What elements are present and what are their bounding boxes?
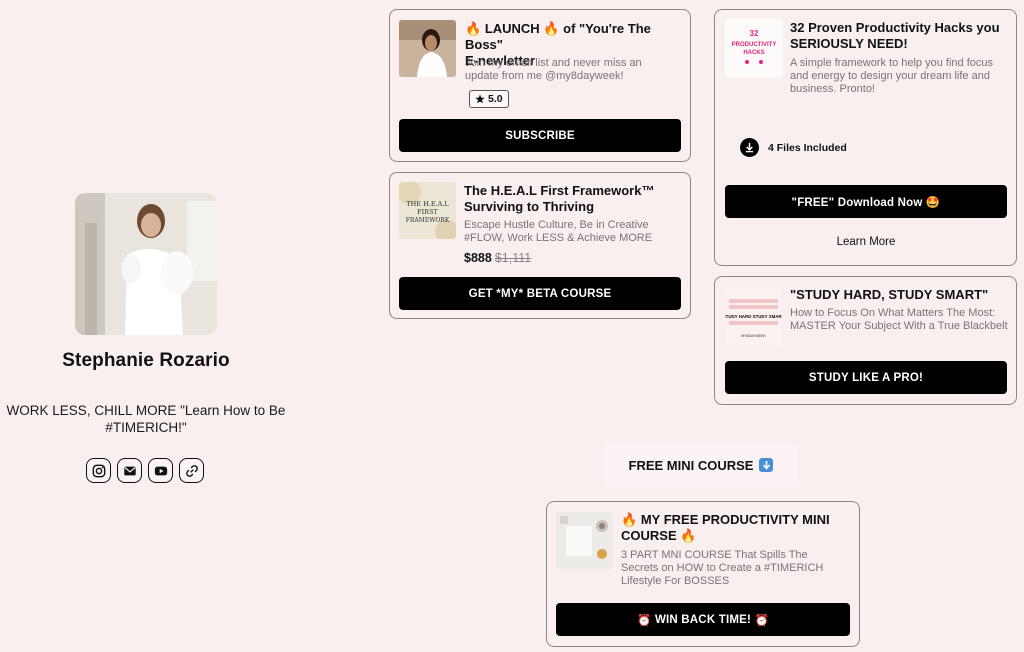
- down-arrow-icon: [759, 458, 774, 472]
- newsletter-thumbnail: [399, 20, 456, 77]
- learn-more-link[interactable]: Learn More: [725, 236, 1007, 248]
- hacks-description: A simple framework to help you find focu…: [790, 57, 993, 95]
- hacks-thumbnail: 32 PRODUCTIVITY HACKS: [725, 19, 783, 77]
- files-count: 4 Files Included: [768, 141, 847, 154]
- mini-course-title-text: MY FREE PRODUCTIVITY MINI COURSE: [621, 512, 830, 543]
- heal-price: $888 $1,111: [464, 251, 531, 265]
- profile-name: Stephanie Rozario: [62, 350, 230, 371]
- svg-text:THE H.E.A.L: THE H.E.A.L: [406, 200, 449, 208]
- subscribe-button[interactable]: SUBSCRIBE: [399, 119, 681, 152]
- productivity-hacks-card[interactable]: 32 PRODUCTIVITY HACKS 32 Proven Producti…: [714, 9, 1017, 266]
- svg-text:HACKS: HACKS: [743, 50, 764, 56]
- youtube-icon[interactable]: [148, 458, 173, 483]
- svg-text:MY8DAYWEEK: MY8DAYWEEK: [741, 334, 766, 338]
- download-icon: [740, 138, 759, 157]
- fire-emoji-icon: 🔥: [543, 21, 560, 36]
- svg-text:PRODUCTIVITY: PRODUCTIVITY: [732, 42, 777, 48]
- study-title: "STUDY HARD, STUDY SMART": [790, 287, 989, 302]
- newsletter-title-pre: LAUNCH: [484, 21, 540, 36]
- svg-text:FIRST: FIRST: [417, 208, 438, 216]
- profile-bio: WORK LESS, CHILL MORE "Learn How to Be #…: [0, 402, 292, 436]
- svg-text:FRAMEWORK: FRAMEWORK: [406, 217, 450, 224]
- study-like-a-pro-button[interactable]: STUDY LIKE A PRO!: [725, 361, 1007, 394]
- svg-text:STUDY HARD STUDY SMART: STUDY HARD STUDY SMART: [725, 314, 782, 319]
- win-back-time-label: WIN BACK TIME!: [654, 613, 752, 626]
- svg-text:32: 32: [750, 29, 759, 38]
- fire-emoji-icon: 🔥: [680, 528, 697, 543]
- fire-emoji-icon: 🔥: [621, 512, 638, 527]
- heal-title: The H.E.A.L First Framework™ Surviving t…: [464, 183, 655, 214]
- win-back-time-button[interactable]: ⏰ WIN BACK TIME! ⏰: [556, 603, 850, 636]
- newsletter-description: Join my email list and never miss an upd…: [465, 57, 642, 82]
- mini-course-description: 3 PART MNI COURSE That Spills The Secret…: [621, 549, 824, 587]
- alarm-clock-icon: ⏰: [637, 614, 652, 627]
- files-included: 4 Files Included: [740, 138, 847, 157]
- profile-bio-line: WORK LESS, CHILL MORE "Learn How to Be: [6, 403, 286, 418]
- study-description: How to Focus On What Matters The Most: M…: [790, 307, 1008, 332]
- free-download-button[interactable]: "FREE" Download Now 🤩: [725, 185, 1007, 218]
- hacks-title: 32 Proven Productivity Hacks you SERIOUS…: [790, 20, 1000, 51]
- study-smart-card[interactable]: STUDY HARD STUDY SMART MY8DAYWEEK "STUDY…: [714, 276, 1017, 405]
- rating-value: 5.0: [488, 93, 503, 105]
- heal-thumbnail: THE H.E.A.L FIRST FRAMEWORK: [399, 182, 456, 239]
- get-beta-course-button[interactable]: GET *MY* BETA COURSE: [399, 277, 681, 310]
- newsletter-card[interactable]: 🔥 LAUNCH 🔥 of "You're The Boss" E-newlet…: [389, 9, 691, 162]
- current-price: $888: [464, 251, 492, 265]
- section-title-text: FREE MINI COURSE: [628, 457, 754, 473]
- instagram-icon[interactable]: [86, 458, 111, 483]
- alarm-clock-icon: ⏰: [754, 614, 769, 627]
- section-title: FREE MINI COURSE: [603, 444, 799, 486]
- mini-course-title: 🔥 MY FREE PRODUCTIVITY MINI COURSE 🔥: [621, 512, 851, 544]
- email-icon[interactable]: [117, 458, 142, 483]
- star-icon: [475, 94, 485, 104]
- rating-badge: 5.0: [469, 90, 509, 108]
- fire-emoji-icon: 🔥: [465, 21, 482, 36]
- study-thumbnail: STUDY HARD STUDY SMART MY8DAYWEEK: [725, 289, 782, 346]
- avatar: [75, 193, 217, 335]
- heal-course-card[interactable]: THE H.E.A.L FIRST FRAMEWORK The H.E.A.L …: [389, 172, 691, 319]
- profile-column: Stephanie Rozario WORK LESS, CHILL MORE …: [0, 0, 292, 652]
- mini-course-thumbnail: [556, 512, 613, 569]
- profile-bio-line: #TIMERICH!": [105, 420, 187, 435]
- link-icon[interactable]: [179, 458, 204, 483]
- heal-description: Escape Hustle Culture, Be in Creative #F…: [464, 219, 653, 244]
- mini-course-card[interactable]: 🔥 MY FREE PRODUCTIVITY MINI COURSE 🔥 3 P…: [546, 501, 860, 647]
- social-links: [86, 458, 204, 483]
- old-price: $1,111: [494, 251, 532, 265]
